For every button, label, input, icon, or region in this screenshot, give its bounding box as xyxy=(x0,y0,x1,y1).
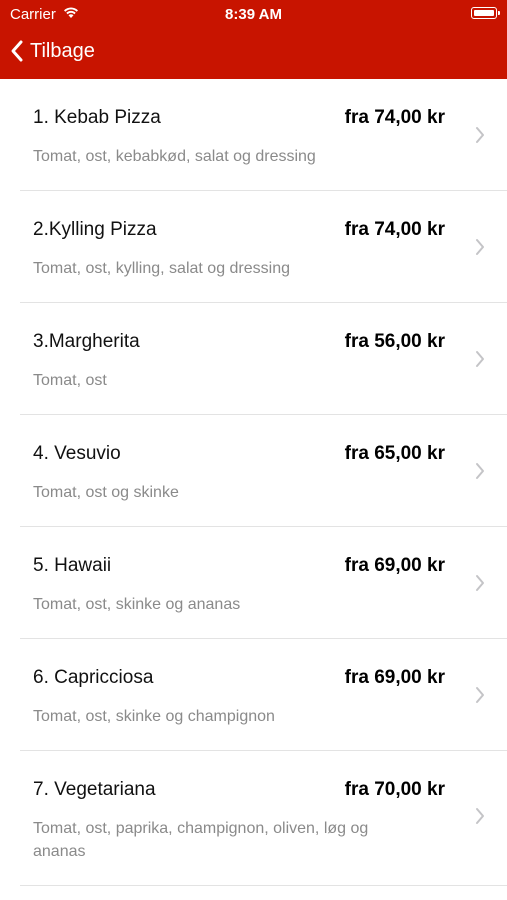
nav-bar: Carrier 8:39 AM Tilbage xyxy=(0,0,507,79)
item-price: fra 74,00 kr xyxy=(344,107,445,128)
item-price: fra 70,00 kr xyxy=(344,779,445,800)
menu-item[interactable]: 2.Kylling Pizza fra 74,00 kr Tomat, ost,… xyxy=(0,191,507,303)
item-description: Tomat, ost og skinke xyxy=(33,484,179,501)
menu-item[interactable]: 3.Margherita fra 56,00 kr Tomat, ost xyxy=(0,303,507,415)
menu-item[interactable]: 5. Hawaii fra 69,00 kr Tomat, ost, skink… xyxy=(0,527,507,639)
menu-item[interactable]: 4. Vesuvio fra 65,00 kr Tomat, ost og sk… xyxy=(0,415,507,527)
item-price: fra 74,00 kr xyxy=(344,219,445,240)
item-price: fra 56,00 kr xyxy=(344,331,445,352)
item-description: Tomat, ost, skinke og champignon xyxy=(33,708,275,725)
item-name: 6. Capricciosa xyxy=(33,667,154,688)
item-description: Tomat, ost, paprika, champignon, oliven,… xyxy=(33,820,369,860)
back-label: Tilbage xyxy=(30,39,95,62)
menu-item[interactable]: 1. Kebab Pizza fra 74,00 kr Tomat, ost, … xyxy=(0,79,507,191)
status-bar: Carrier 8:39 AM xyxy=(0,0,507,28)
item-price: fra 69,00 kr xyxy=(344,667,445,688)
item-price: fra 65,00 kr xyxy=(344,443,445,464)
menu-list: 1. Kebab Pizza fra 74,00 kr Tomat, ost, … xyxy=(0,79,507,886)
chevron-right-icon xyxy=(476,127,484,143)
item-description: Tomat, ost, kebabkød, salat og dressing xyxy=(33,148,316,165)
chevron-right-icon xyxy=(476,351,484,367)
menu-item[interactable]: 7. Vegetariana fra 70,00 kr Tomat, ost, … xyxy=(0,751,507,886)
item-name: 4. Vesuvio xyxy=(33,443,121,464)
item-name: 3.Margherita xyxy=(33,331,140,352)
item-description: Tomat, ost, skinke og ananas xyxy=(33,596,241,613)
back-chevron-icon xyxy=(11,40,23,62)
chevron-right-icon xyxy=(476,575,484,591)
battery-icon xyxy=(471,7,500,19)
item-name: 1. Kebab Pizza xyxy=(33,107,161,128)
item-description: Tomat, ost, kylling, salat og dressing xyxy=(33,260,291,277)
item-name: 2.Kylling Pizza xyxy=(33,219,157,240)
status-time: 8:39 AM xyxy=(225,6,282,23)
menu-item[interactable]: 6. Capricciosa fra 69,00 kr Tomat, ost, … xyxy=(0,639,507,751)
chevron-right-icon xyxy=(476,808,484,824)
item-name: 7. Vegetariana xyxy=(33,779,156,800)
chevron-right-icon xyxy=(476,463,484,479)
chevron-right-icon xyxy=(476,239,484,255)
item-description: Tomat, ost xyxy=(33,372,107,389)
item-name: 5. Hawaii xyxy=(33,555,112,576)
back-button[interactable]: Tilbage xyxy=(10,36,95,66)
chevron-right-icon xyxy=(476,687,484,703)
item-price: fra 69,00 kr xyxy=(344,555,445,576)
